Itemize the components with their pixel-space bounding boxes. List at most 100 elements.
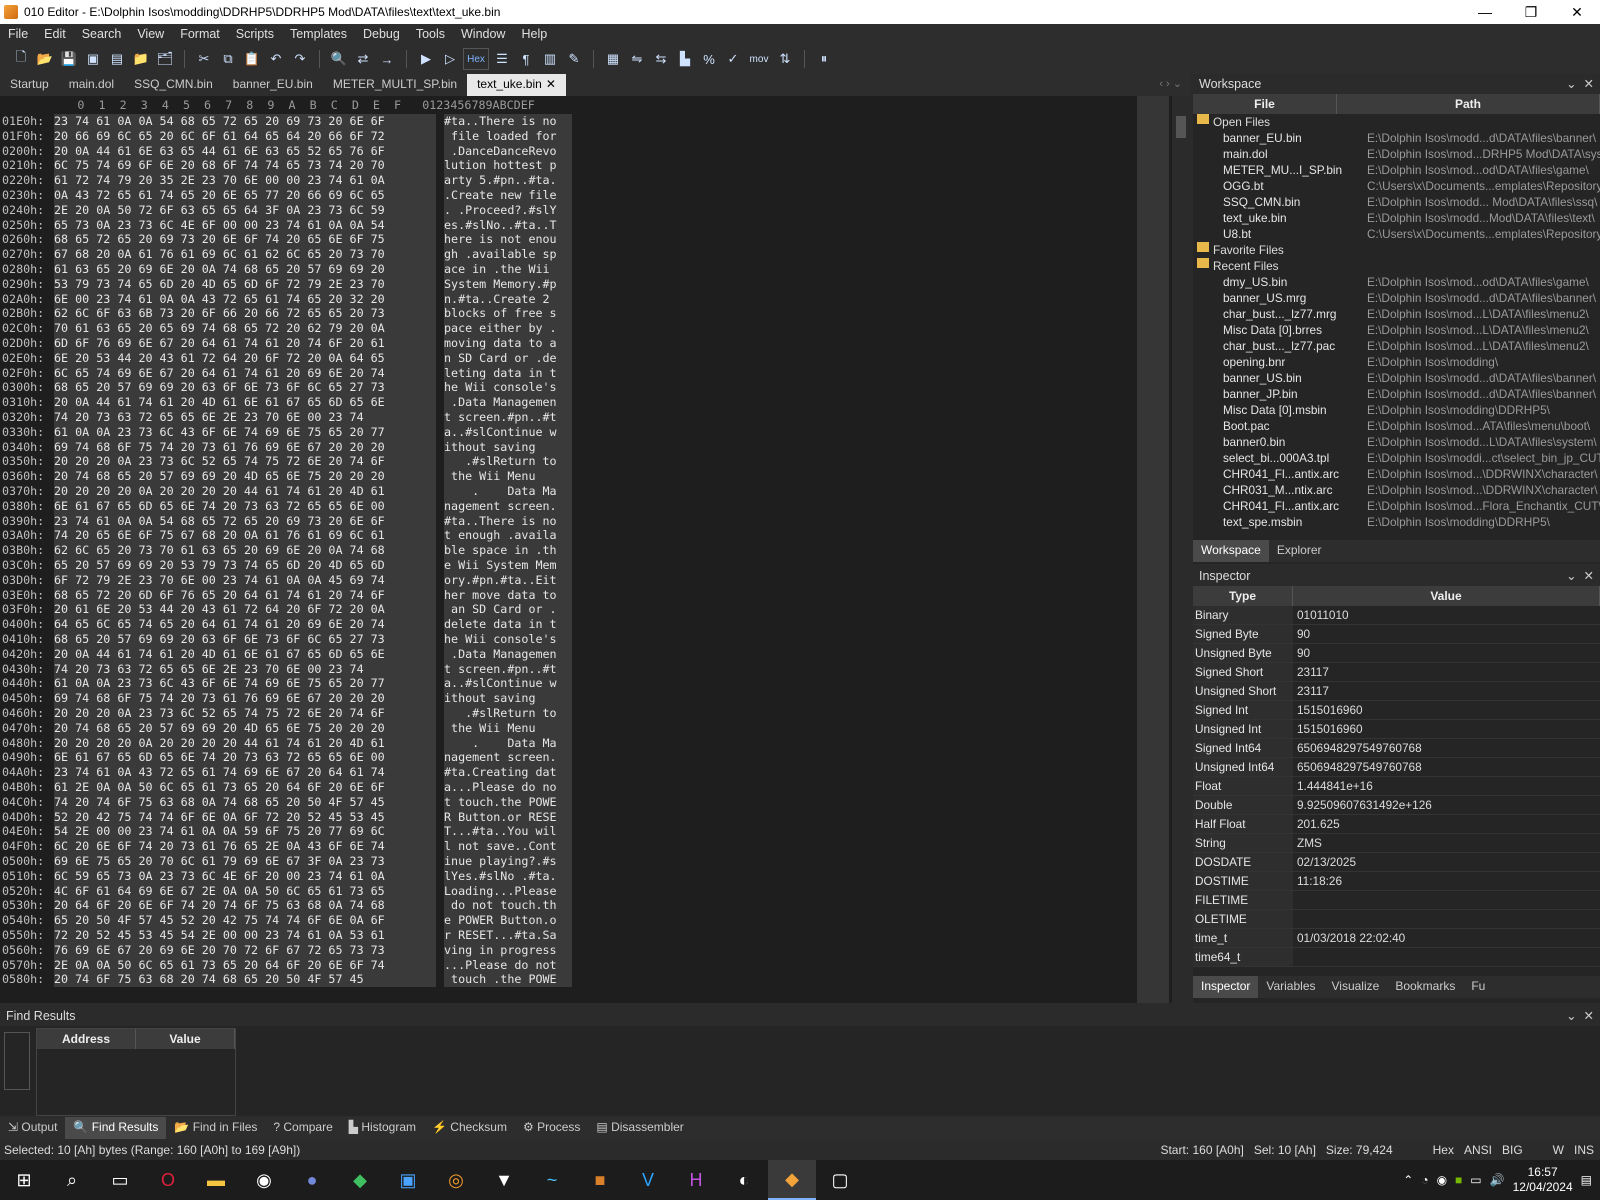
hex-row[interactable]: 0200h: 20 0A 44 61 6E 63 65 44 61 6E 63 6… xyxy=(0,143,572,159)
menu-search[interactable]: Search xyxy=(74,27,130,41)
hex-ascii[interactable]: . Data Ma xyxy=(444,484,572,499)
text-mode-icon[interactable]: ☰ xyxy=(491,48,513,70)
scroll-thumb[interactable] xyxy=(1176,116,1186,138)
hex-row[interactable]: 02C0h: 70 61 63 65 20 65 69 74 68 65 72 2… xyxy=(0,321,572,337)
hex-ascii[interactable]: nagement screen. xyxy=(444,750,572,766)
tab-checksum[interactable]: ⚡ Checksum xyxy=(424,1117,515,1139)
close-button[interactable]: ✕ xyxy=(1554,4,1600,21)
chevron-left-icon[interactable]: ‹ xyxy=(1159,78,1163,90)
hex-ascii[interactable]: blocks of free s xyxy=(444,306,572,322)
hex-ascii[interactable]: ace in .the Wii xyxy=(444,262,572,277)
column-value[interactable]: Value xyxy=(136,1029,235,1049)
new-file-icon[interactable]: 🗋 xyxy=(10,48,32,70)
hex-row[interactable]: 0330h: 61 0A 0A 23 73 6C 43 6F 6E 74 69 6… xyxy=(0,424,572,440)
hex-ascii[interactable]: n.#ta..Create 2 xyxy=(444,291,572,307)
workspace-file-row[interactable]: char_bust..._lz77.pac E:\Dolphin Isos\mod… xyxy=(1197,338,1600,354)
hex-row[interactable]: 0550h: 72 20 52 45 53 45 54 2E 00 00 23 7… xyxy=(0,928,572,943)
hex-ascii[interactable]: T...#ta..You wil xyxy=(444,824,572,840)
histogram-icon[interactable]: ▙ xyxy=(674,48,696,70)
hex-ascii[interactable]: her move data to xyxy=(444,587,572,603)
hex-row[interactable]: 0560h: 76 69 6E 67 20 69 6E 20 70 72 6F 6… xyxy=(0,942,572,958)
hex-ascii[interactable]: . Data Ma xyxy=(444,735,572,751)
task-view-icon[interactable]: ▭ xyxy=(96,1160,144,1200)
inspector-value[interactable]: ZMS xyxy=(1293,834,1600,852)
inspector-row[interactable]: Signed Short 23117 xyxy=(1193,663,1600,682)
minimize-button[interactable]: — xyxy=(1462,4,1508,20)
workspace-file-row[interactable]: banner_US.mrg E:\Dolphin Isos\modd...d\DA… xyxy=(1197,290,1600,306)
inspector-value[interactable] xyxy=(1293,910,1600,928)
hex-row[interactable]: 0480h: 20 20 20 20 0A 20 20 20 20 44 61 7… xyxy=(0,735,572,751)
hex-row[interactable]: 0300h: 68 65 20 57 69 69 20 63 6F 6E 73 6… xyxy=(0,380,572,396)
hex-bytes[interactable]: 20 64 6F 20 6E 6F 74 20 74 6F 75 63 68 0… xyxy=(54,898,436,914)
inspector-row[interactable]: DOSTIME 11:18:26 xyxy=(1193,872,1600,891)
hex-row[interactable]: 0520h: 4C 6F 61 64 69 6E 67 2E 0A 0A 50 6… xyxy=(0,883,572,899)
nvidia-icon[interactable]: ■ xyxy=(1455,1173,1462,1187)
workspace-file-row[interactable]: Boot.pac E:\Dolphin Isos\mod...ATA\files\… xyxy=(1197,418,1600,434)
workspace-file-row[interactable]: banner_EU.bin E:\Dolphin Isos\modd...d\DA… xyxy=(1197,130,1600,146)
hex-ascii[interactable]: gh .available sp xyxy=(444,247,572,263)
hex-row[interactable]: 0510h: 6C 59 65 73 0A 23 73 6C 4E 6F 20 0… xyxy=(0,868,572,884)
workspace-group[interactable]: Favorite Files xyxy=(1197,242,1600,258)
hex-bytes[interactable]: 6F 72 79 2E 23 70 6E 00 23 74 61 0A 0A 4… xyxy=(54,572,436,588)
copy-icon[interactable]: ⧉ xyxy=(217,48,239,70)
hex-ascii[interactable]: a..#slContinue w xyxy=(444,676,572,692)
percent-icon[interactable]: % xyxy=(698,48,720,70)
inspector-row[interactable]: Unsigned Int64 6506948297549760768 xyxy=(1193,758,1600,777)
hex-bytes[interactable]: 4C 6F 61 64 69 6E 67 2E 0A 0A 50 6C 65 6… xyxy=(54,883,436,899)
hex-bytes[interactable]: 74 20 74 6F 75 63 68 0A 74 68 65 20 50 4… xyxy=(54,794,436,810)
hex-row[interactable]: 02F0h: 6C 65 74 69 6E 67 20 64 61 74 61 2… xyxy=(0,365,572,381)
open-folder-icon[interactable]: 📁 xyxy=(130,48,152,70)
status-insert[interactable]: INS xyxy=(1574,1143,1594,1157)
hex-bytes[interactable]: 74 20 65 6E 6F 75 67 68 20 0A 61 76 61 6… xyxy=(54,528,436,544)
hex-ascii[interactable]: touch .the POWE xyxy=(444,972,572,988)
hex-bytes[interactable]: 23 74 61 0A 0A 54 68 65 72 65 20 69 73 2… xyxy=(54,114,436,129)
hex-bytes[interactable]: 6D 6F 76 69 6E 67 20 64 61 74 61 20 74 6… xyxy=(54,336,436,351)
hex-row[interactable]: 0260h: 68 65 72 65 20 69 73 20 6E 6F 74 2… xyxy=(0,232,572,248)
chevron-right-icon[interactable]: › xyxy=(1166,78,1170,90)
tab-banner-eu[interactable]: banner_EU.bin xyxy=(223,74,323,96)
hex-bytes[interactable]: 67 68 20 0A 61 76 61 69 6C 61 62 6C 65 2… xyxy=(54,247,436,263)
inspector-row[interactable]: String ZMS xyxy=(1193,834,1600,853)
workspace-file-row[interactable]: dmy_US.bin E:\Dolphin Isos\mod...od\DATA\… xyxy=(1197,274,1600,290)
battery-icon[interactable]: ▭ xyxy=(1470,1173,1481,1187)
hex-row[interactable]: 01F0h: 20 66 69 6C 65 20 6C 6F 61 64 65 6… xyxy=(0,128,572,144)
hex-row[interactable]: 0440h: 61 0A 0A 23 73 6C 43 6F 6E 74 69 6… xyxy=(0,676,572,692)
hex-row[interactable]: 01E0h: 23 74 61 0A 0A 54 68 65 72 65 20 6… xyxy=(0,114,572,129)
tab-variables[interactable]: Variables xyxy=(1258,976,1323,998)
hex-row[interactable]: 0450h: 69 74 68 6F 75 74 20 73 61 76 69 6… xyxy=(0,691,572,707)
column-path[interactable]: Path xyxy=(1337,94,1600,114)
hex-row[interactable]: 02B0h: 62 6C 6F 63 6B 73 20 6F 66 20 66 7… xyxy=(0,306,572,322)
hex-row[interactable]: 04A0h: 23 74 61 0A 43 72 65 61 74 69 6E 6… xyxy=(0,765,572,781)
wifi-icon[interactable]: ◔ xyxy=(1421,1173,1428,1187)
hex-row[interactable]: 0270h: 67 68 20 0A 61 76 61 69 6C 61 62 6… xyxy=(0,247,572,263)
hex-ascii[interactable]: do not touch.th xyxy=(444,898,572,914)
hex-row[interactable]: 03A0h: 74 20 65 6E 6F 75 67 68 20 0A 61 7… xyxy=(0,528,572,544)
hex-row[interactable]: 0420h: 20 0A 44 61 74 61 20 4D 61 6E 61 6… xyxy=(0,646,572,662)
inspector-row[interactable]: Unsigned Int 1515016960 xyxy=(1193,720,1600,739)
hex-row[interactable]: 0290h: 53 79 73 74 65 6D 20 4D 65 6D 6F 7… xyxy=(0,276,572,292)
hex-ascii[interactable]: t screen.#pn..#t xyxy=(444,410,572,425)
hex-bytes[interactable]: 61 0A 0A 23 73 6C 43 6F 6E 74 69 6E 75 6… xyxy=(54,676,436,692)
hex-bytes[interactable]: 70 61 63 65 20 65 69 74 68 65 72 20 62 7… xyxy=(54,321,436,337)
status-size[interactable]: Size: 79,424 xyxy=(1326,1143,1393,1157)
hex-bytes[interactable]: 65 20 50 4F 57 45 52 20 42 75 74 74 6F 6… xyxy=(54,913,436,929)
hex-row[interactable]: 0540h: 65 20 50 4F 57 45 52 20 42 75 74 7… xyxy=(0,913,572,929)
tab-compare[interactable]: ? Compare xyxy=(265,1117,340,1139)
hex-ascii[interactable]: the Wii Menu xyxy=(444,469,572,485)
workspace-file-row[interactable]: text_spe.msbin E:\Dolphin Isos\modding\DD… xyxy=(1197,514,1600,530)
inspector-value[interactable]: 6506948297549760768 xyxy=(1293,758,1600,776)
hex-bytes[interactable]: 20 0A 44 61 6E 63 65 44 61 6E 63 65 52 6… xyxy=(54,143,436,159)
hex-ascii[interactable]: t enough .availa xyxy=(444,528,572,544)
hex-ascii[interactable]: file loaded for xyxy=(444,128,572,144)
hex-row[interactable]: 0240h: 2E 20 0A 50 72 6F 63 65 65 64 3F 0… xyxy=(0,202,572,218)
hex-bytes[interactable]: 20 66 69 6C 65 20 6C 6F 61 64 65 64 20 6… xyxy=(54,128,436,144)
hex-bytes[interactable]: 65 20 57 69 69 20 53 79 73 74 65 6D 20 4… xyxy=(54,558,436,573)
inspector-row[interactable]: Signed Byte 90 xyxy=(1193,625,1600,644)
inspector-value[interactable]: 9.92509607631492e+126 xyxy=(1293,796,1600,814)
app-window-icon[interactable]: ▢ xyxy=(816,1160,864,1200)
workspace-file-row[interactable]: CHR041_Fl...antix.arc E:\Dolphin Isos\mod… xyxy=(1197,498,1600,514)
hex-ascii[interactable]: lYes.#slNo .#ta. xyxy=(444,868,572,884)
hex-row[interactable]: 0350h: 20 20 20 0A 23 73 6C 52 65 74 75 7… xyxy=(0,454,572,470)
hex-bytes[interactable]: 2E 20 0A 50 72 6F 63 65 65 64 3F 0A 23 7… xyxy=(54,202,436,218)
hex-ascii[interactable]: ble space in .th xyxy=(444,543,572,559)
